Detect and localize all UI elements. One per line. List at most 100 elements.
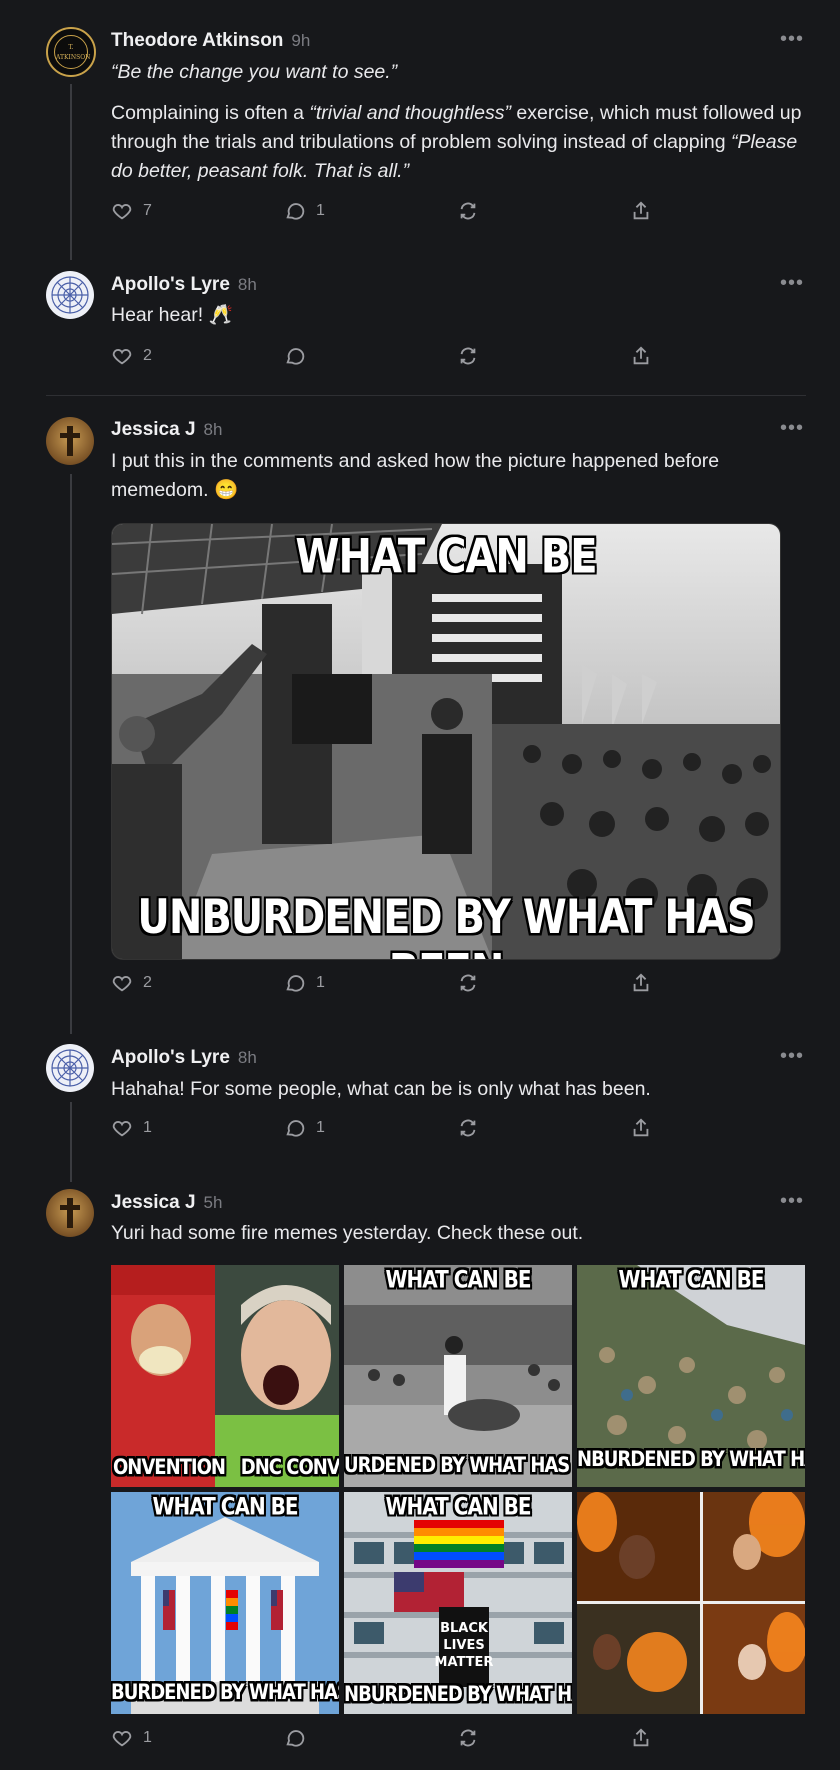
like-count: 1 (143, 1119, 152, 1136)
repost-icon (460, 347, 476, 365)
post-time: 5h (203, 1193, 223, 1212)
grid-caption-bottom: NBURDENED BY WHAT HAS I (577, 1447, 805, 1472)
avatar[interactable] (46, 1189, 94, 1237)
grid-caption-bottom: BURDENED BY WHAT HAS (111, 1680, 339, 1705)
post-body: Complaining is often a “trivial and thou… (111, 102, 802, 182)
mandala-icon (51, 276, 89, 314)
post-body: Hear hear! 🥂 (111, 304, 233, 326)
heart-icon (112, 204, 132, 220)
grid-image-6[interactable] (577, 1492, 805, 1714)
comment-icon (286, 203, 305, 220)
grid-caption-top: WHAT CAN BE (385, 1492, 531, 1521)
share-button[interactable] (630, 972, 652, 994)
grid-caption-bottom: URDENED BY WHAT HAS BEI (344, 1453, 572, 1478)
post-body: Yuri had some fire memes yesterday. Chec… (111, 1222, 584, 1244)
like-button[interactable]: 1 (111, 1117, 152, 1139)
repost-button[interactable] (457, 345, 479, 367)
grid-photo (111, 1265, 339, 1487)
share-icon (633, 1118, 649, 1137)
post-time: 8h (237, 275, 257, 294)
heart-icon (112, 976, 132, 992)
comment-icon (286, 975, 305, 992)
image-grid: ONVENTION DNC CONVENT WHAT CAN BE URDENE… (111, 1265, 805, 1714)
reply-button[interactable] (284, 1727, 316, 1749)
grid-photo: BLACK LIVES MATTER (344, 1492, 572, 1714)
mandala-icon (51, 1049, 89, 1087)
post-quote: “Be the change you want to see.” (111, 61, 398, 83)
more-icon[interactable]: ••• (780, 417, 804, 440)
repost-button[interactable] (457, 1117, 479, 1139)
comment-icon (286, 1730, 305, 1747)
like-button[interactable]: 2 (111, 972, 152, 994)
repost-icon (460, 974, 476, 992)
repost-icon (460, 202, 476, 220)
meme-caption-top: WHAT CAN BE (295, 529, 597, 585)
share-icon (633, 346, 649, 365)
like-button[interactable]: 7 (111, 200, 152, 222)
repost-button[interactable] (457, 200, 479, 222)
share-icon (633, 1728, 649, 1747)
action-bar: 1 (111, 1727, 671, 1753)
avatar[interactable] (46, 417, 94, 465)
like-count: 7 (143, 202, 152, 219)
post-body: Hahaha! For some people, what can be is … (111, 1078, 651, 1100)
reply-button[interactable] (284, 345, 316, 367)
avatar[interactable]: T. ATKINSON (46, 27, 96, 77)
grid-caption-bottom: ONVENTION DNC CONVENT (113, 1455, 339, 1480)
grid-image-3[interactable]: WHAT CAN BE NBURDENED BY WHAT HAS I (577, 1265, 805, 1487)
repost-button[interactable] (457, 972, 479, 994)
share-icon (633, 201, 649, 220)
heart-icon (112, 349, 132, 365)
comment-icon (286, 348, 305, 365)
grid-caption-top: WHAT CAN BE (618, 1265, 764, 1294)
like-count: 1 (143, 1729, 152, 1746)
author-name[interactable]: Theodore Atkinson (111, 30, 283, 51)
avatar[interactable] (46, 1044, 94, 1092)
action-bar: 2 1 (111, 972, 671, 998)
like-button[interactable]: 2 (111, 345, 152, 367)
grid-image-4[interactable]: WHAT CAN BE BURDENED BY WHAT HAS (111, 1492, 339, 1714)
reply-count: 1 (316, 974, 325, 991)
grid-image-1[interactable]: ONVENTION DNC CONVENT (111, 1265, 339, 1487)
post-header: Apollo's Lyre 8h (111, 1047, 257, 1069)
svg-text:BLACK: BLACK (440, 1621, 489, 1636)
avatar[interactable] (46, 271, 94, 319)
thread-line (70, 84, 72, 260)
author-name[interactable]: Jessica J (111, 419, 196, 440)
heart-icon (112, 1121, 132, 1137)
more-icon[interactable]: ••• (780, 1190, 804, 1213)
repost-button[interactable] (457, 1727, 479, 1749)
action-bar: 2 (111, 345, 671, 371)
thread-line (70, 474, 72, 1034)
more-icon[interactable]: ••• (780, 272, 804, 295)
grid-photo (577, 1492, 805, 1714)
grid-image-5[interactable]: BLACK LIVES MATTER WHAT CAN BE NBURDENED… (344, 1492, 572, 1714)
reply-button[interactable]: 1 (284, 1117, 325, 1139)
share-button[interactable] (630, 200, 652, 222)
author-name[interactable]: Jessica J (111, 1192, 196, 1213)
heart-icon (112, 1731, 132, 1747)
action-bar: 1 1 (111, 1117, 671, 1143)
author-name[interactable]: Apollo's Lyre (111, 274, 230, 295)
action-bar: 7 1 (111, 200, 671, 226)
more-icon[interactable]: ••• (780, 28, 804, 51)
avatar-monogram: T. ATKINSON (56, 44, 91, 61)
meme-image[interactable]: WHAT CAN BE UNBURDENED BY WHAT HAS BEEN (111, 523, 781, 960)
share-button[interactable] (630, 1727, 652, 1749)
comment-icon (286, 1120, 305, 1137)
like-button[interactable]: 1 (111, 1727, 152, 1749)
post-header: Jessica J 5h (111, 1192, 222, 1214)
repost-icon (460, 1729, 476, 1747)
post-time: 8h (237, 1048, 257, 1067)
more-icon[interactable]: ••• (780, 1045, 804, 1068)
author-name[interactable]: Apollo's Lyre (111, 1047, 230, 1068)
post-header: Theodore Atkinson 9h (111, 30, 310, 52)
share-button[interactable] (630, 1117, 652, 1139)
reply-button[interactable]: 1 (284, 200, 325, 222)
share-button[interactable] (630, 345, 652, 367)
share-icon (633, 973, 649, 992)
like-count: 2 (143, 974, 152, 991)
grid-caption-top: WHAT CAN BE (152, 1492, 298, 1521)
grid-image-2[interactable]: WHAT CAN BE URDENED BY WHAT HAS BEI (344, 1265, 572, 1487)
reply-button[interactable]: 1 (284, 972, 325, 994)
